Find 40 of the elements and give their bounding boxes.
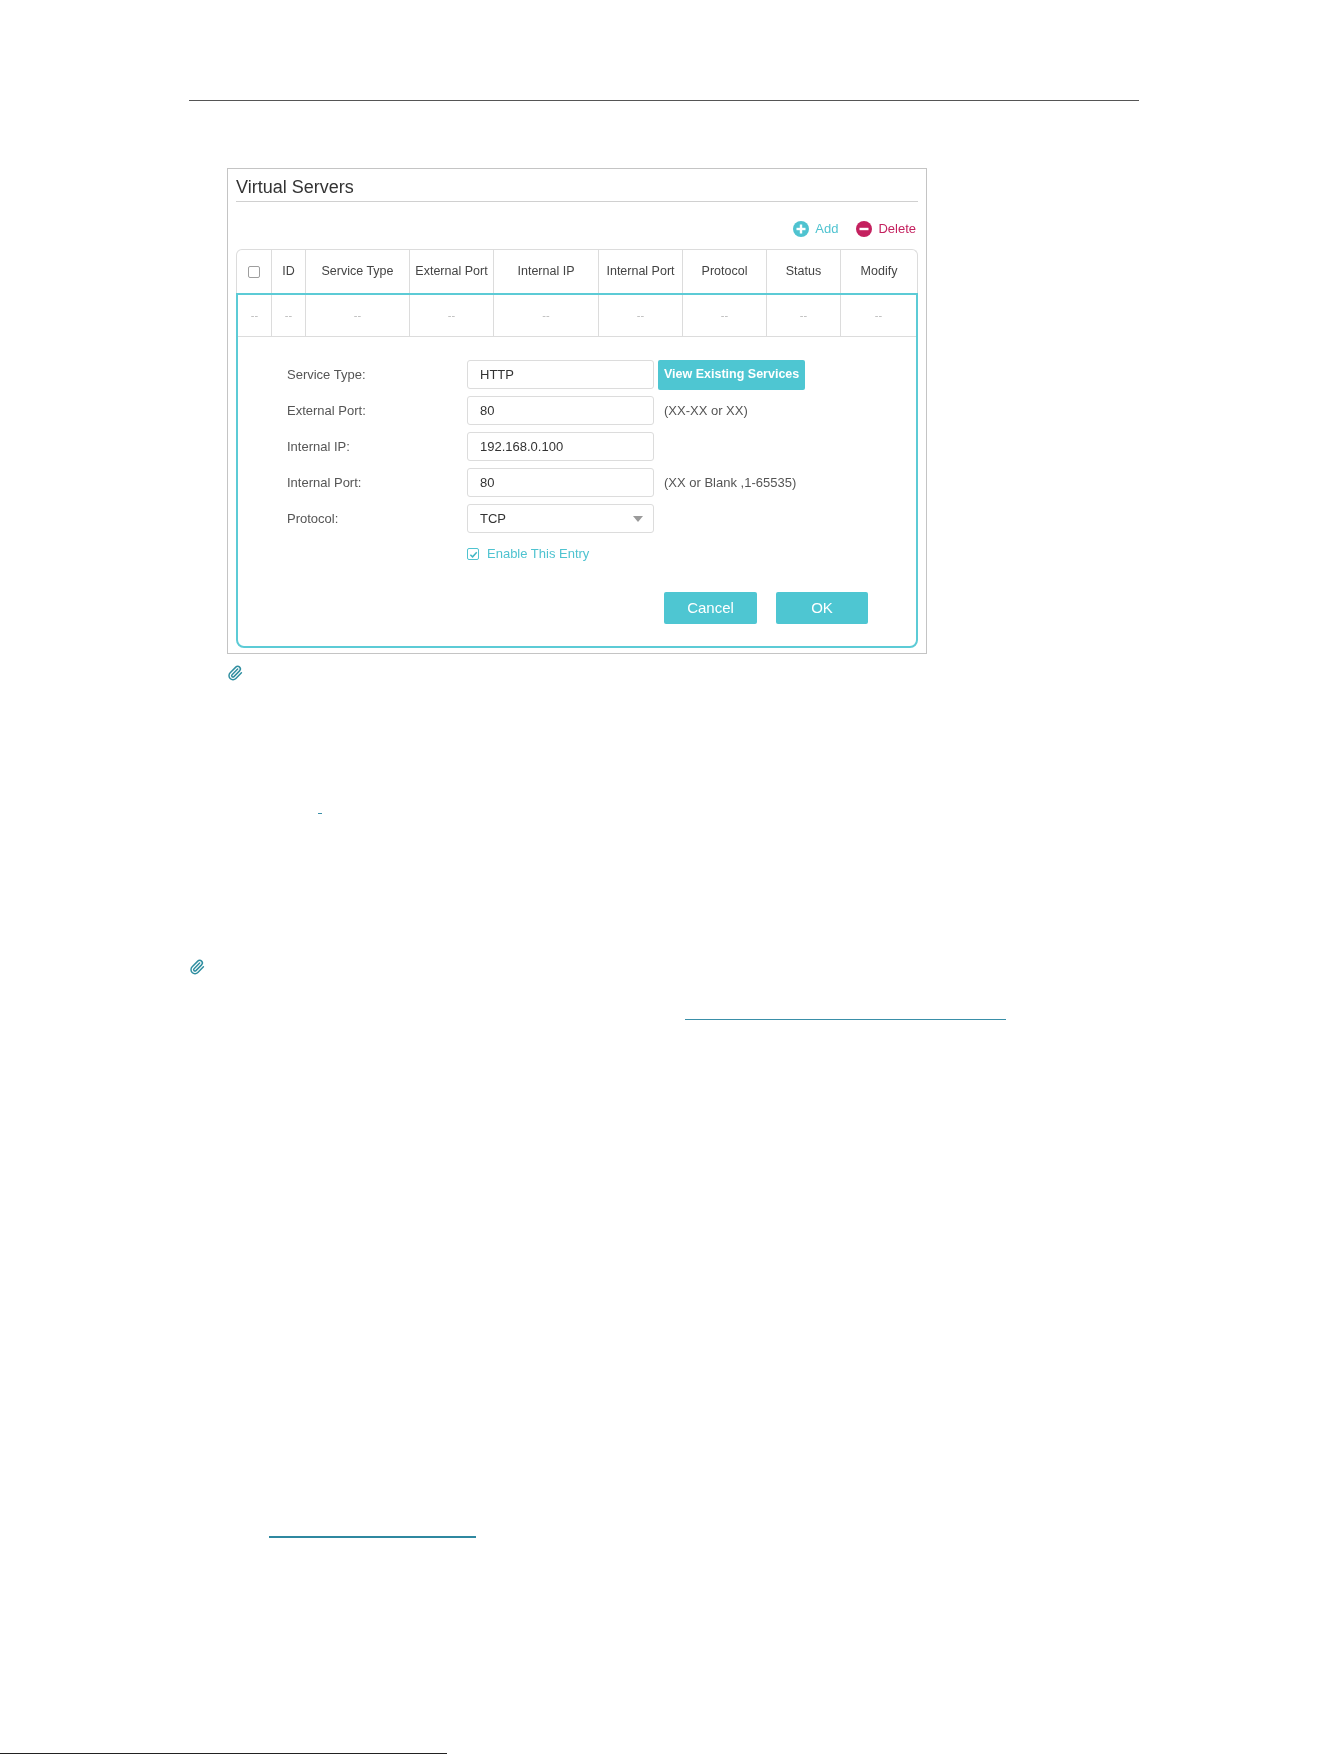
- column-header: Internal Port: [606, 263, 675, 281]
- column-header: ID: [282, 263, 295, 281]
- table-cell-text: --: [284, 308, 293, 324]
- table-cell-text: --: [720, 308, 729, 324]
- column-header: Internal IP: [517, 263, 575, 281]
- table-cell-text: --: [353, 308, 362, 324]
- checkbox-label: Enable This Entry: [487, 545, 590, 564]
- caret-icon: [633, 515, 643, 522]
- dropdown-value: TCP: [480, 509, 506, 528]
- column-header: Protocol: [701, 263, 748, 281]
- table-cell-text: --: [874, 308, 883, 324]
- column-header: Service Type: [321, 263, 394, 281]
- panel-title: Virtual Servers: [236, 176, 355, 199]
- field-label: Protocol:: [287, 509, 340, 528]
- select-all-checkbox[interactable]: [248, 265, 260, 278]
- field-label: Internal Port:: [287, 473, 363, 492]
- field-hint: (XX-XX or XX): [664, 401, 748, 420]
- table-cell-text: --: [250, 308, 259, 324]
- text-field[interactable]: 80: [467, 396, 654, 425]
- text-field[interactable]: HTTP: [467, 360, 654, 389]
- paperclip-icon: [227, 665, 243, 681]
- paperclip-icon: [189, 959, 205, 975]
- column-header: External Port: [415, 263, 488, 281]
- minus-circle-icon: [856, 221, 873, 237]
- protocol-dropdown[interactable]: TCP: [467, 504, 654, 533]
- field-label: Service Type:: [287, 365, 367, 384]
- delete-button[interactable]: Delete: [856, 220, 916, 238]
- column-header: Status: [785, 263, 822, 281]
- field-label: Internal IP:: [287, 437, 351, 456]
- enable-checkbox[interactable]: [467, 548, 479, 560]
- field-hint: (XX or Blank ,1-65535): [664, 473, 797, 492]
- table-cell-text: --: [447, 308, 456, 324]
- table-cell-text: --: [799, 308, 808, 324]
- table-cell-text: --: [636, 308, 645, 324]
- column-header: Modify: [860, 263, 898, 281]
- plus-circle-icon: [793, 221, 810, 237]
- text-field[interactable]: 192.168.0.100: [467, 432, 654, 461]
- field-label: External Port:: [287, 401, 367, 420]
- text-field[interactable]: 80: [467, 468, 654, 497]
- table-cell-text: --: [542, 308, 550, 324]
